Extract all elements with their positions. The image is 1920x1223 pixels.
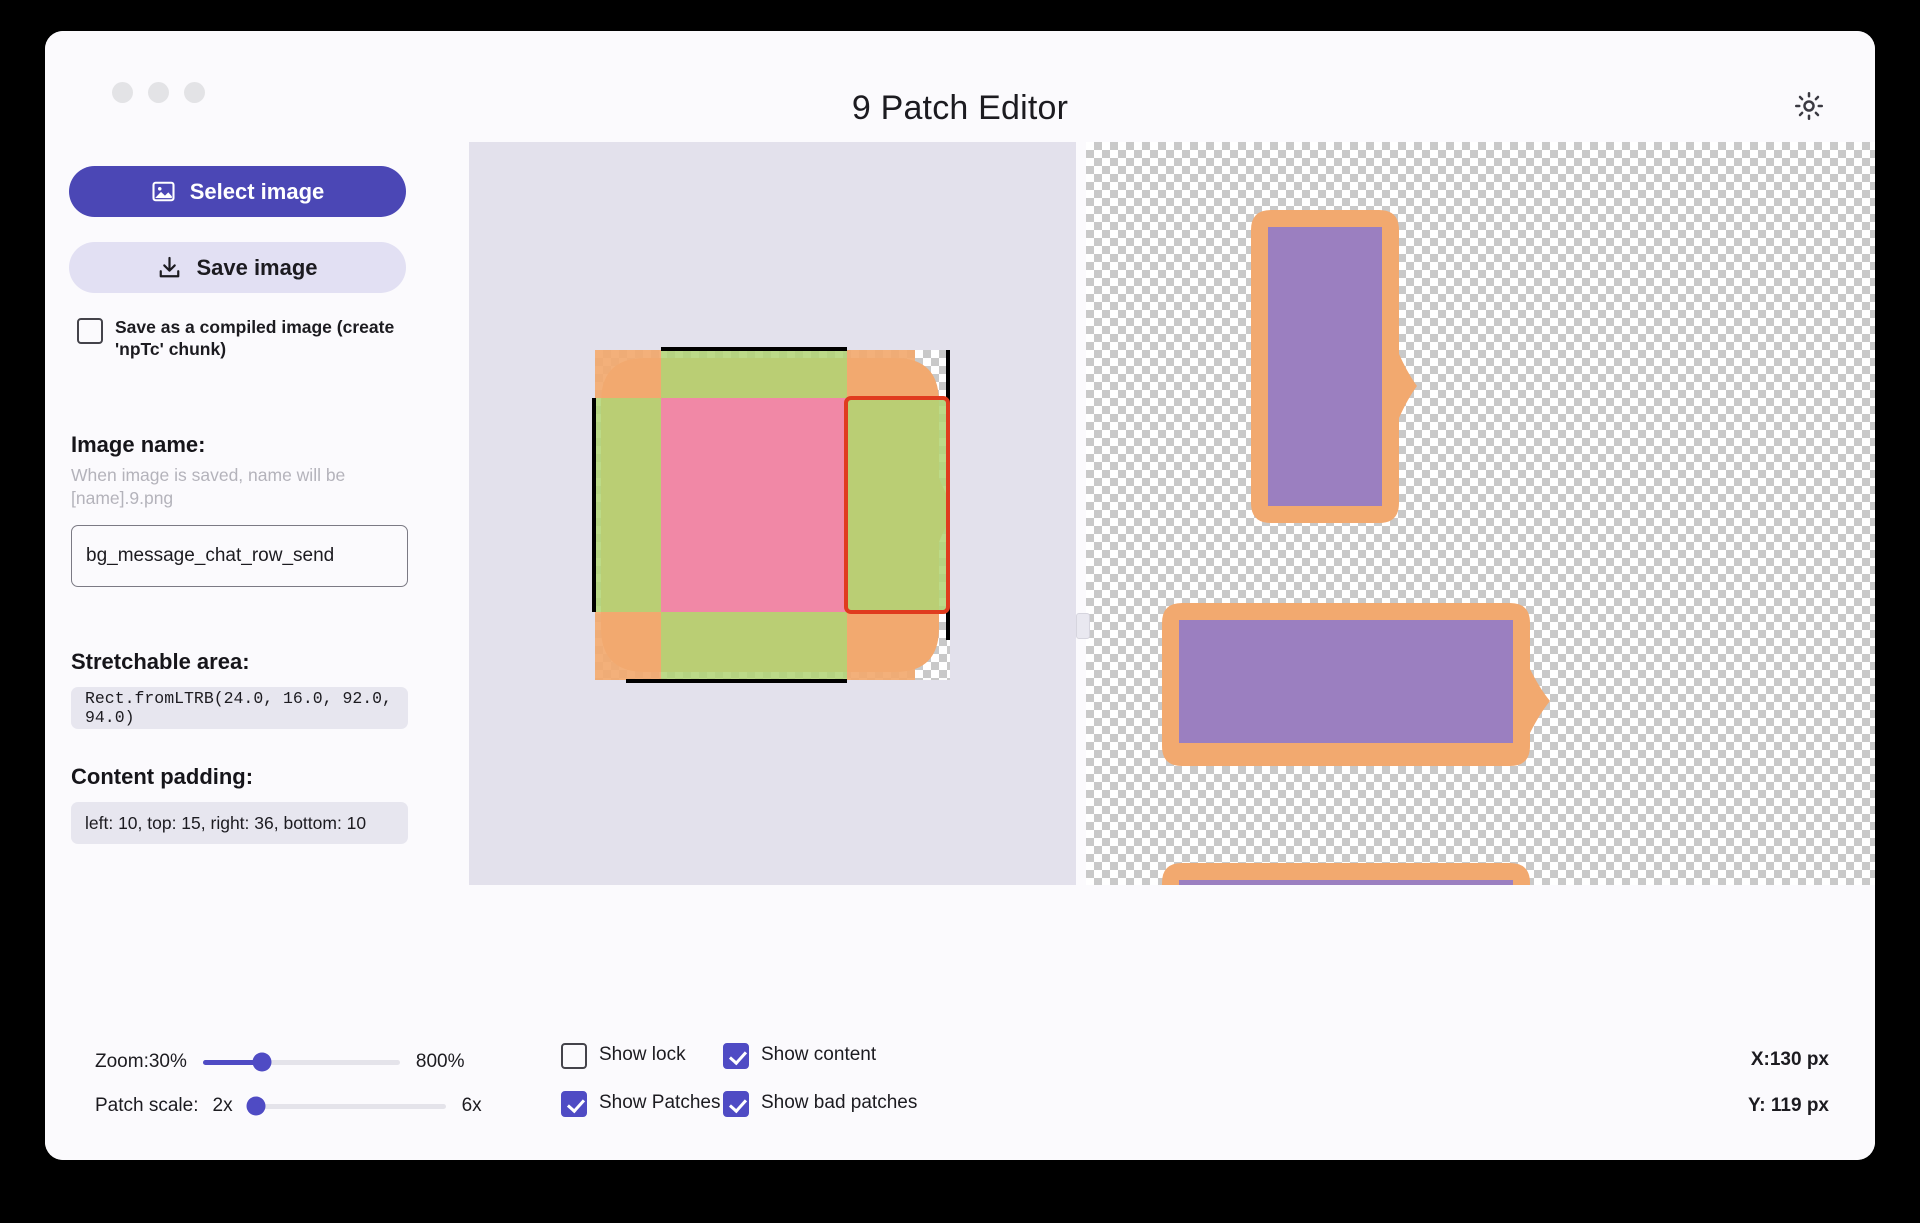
preview-panel[interactable] bbox=[1086, 142, 1875, 885]
title-bar: 9 Patch Editor bbox=[45, 31, 1875, 139]
image-name-section: Image name: When image is saved, name wi… bbox=[69, 432, 401, 587]
patch-scale-max-label: 6x bbox=[462, 1095, 482, 1117]
guide-line-right[interactable] bbox=[946, 350, 950, 640]
show-lock-checkbox[interactable] bbox=[561, 1043, 587, 1069]
image-name-input[interactable] bbox=[71, 525, 408, 587]
patch-left bbox=[595, 398, 661, 612]
patch-scale-min-label: 2x bbox=[213, 1095, 233, 1117]
content-padding-heading: Content padding: bbox=[71, 764, 401, 790]
sidebar: Select image Save image Save as a compil… bbox=[45, 139, 425, 1029]
panel-divider-handle[interactable] bbox=[1076, 613, 1090, 639]
select-image-label: Select image bbox=[190, 179, 325, 205]
page-title: 9 Patch Editor bbox=[45, 89, 1875, 128]
image-icon bbox=[151, 179, 176, 204]
content-padding-value-pill: left: 10, top: 15, right: 36, bottom: 10 bbox=[71, 802, 408, 844]
show-bad-patches-checkbox-row[interactable]: Show bad patches bbox=[723, 1089, 917, 1117]
guide-line-bottom[interactable] bbox=[626, 679, 847, 683]
patch-bottom bbox=[661, 612, 847, 680]
compiled-image-checkbox[interactable] bbox=[77, 318, 103, 344]
patch-scale-slider-row: Patch scale: 2x 6x bbox=[95, 1095, 482, 1117]
zoom-slider-row: Zoom:30% 800% bbox=[95, 1051, 464, 1073]
preview-bubble-wide bbox=[1152, 597, 1552, 772]
show-lock-label: Show lock bbox=[599, 1044, 686, 1066]
show-bad-patches-checkbox[interactable] bbox=[723, 1091, 749, 1117]
download-icon bbox=[157, 255, 182, 280]
coordinate-x: X:130 px bbox=[1748, 1049, 1829, 1071]
show-bad-patches-label: Show bad patches bbox=[761, 1092, 917, 1114]
patch-scale-label: Patch scale: bbox=[95, 1095, 199, 1117]
patch-scale-slider-knob[interactable] bbox=[247, 1097, 266, 1116]
compiled-image-label: Save as a compiled image (create 'npTc' … bbox=[115, 316, 395, 360]
compiled-image-checkbox-row[interactable]: Save as a compiled image (create 'npTc' … bbox=[69, 316, 401, 360]
zoom-slider-knob[interactable] bbox=[252, 1053, 271, 1072]
display-options: Show lock Show content Show Patches Show… bbox=[561, 1041, 917, 1117]
zoom-slider[interactable] bbox=[203, 1060, 400, 1065]
content-padding-section: Content padding: left: 10, top: 15, righ… bbox=[69, 764, 401, 844]
nine-patch-image[interactable] bbox=[595, 350, 950, 680]
zoom-label: Zoom:30% bbox=[95, 1051, 187, 1073]
bad-patch-bottom-right bbox=[847, 612, 915, 680]
image-name-heading: Image name: bbox=[71, 432, 401, 458]
guide-line-left[interactable] bbox=[592, 398, 596, 612]
bad-patch-top-right bbox=[847, 350, 915, 398]
patch-overlay bbox=[595, 350, 950, 680]
editor-canvas[interactable] bbox=[469, 142, 1076, 885]
preview-bubble-clipped bbox=[1152, 857, 1552, 885]
stretchable-area-value: Rect.fromLTRB(24.0, 16.0, 92.0, 94.0) bbox=[85, 689, 394, 727]
content-padding-value: left: 10, top: 15, right: 36, bottom: 10 bbox=[85, 813, 366, 834]
show-patches-checkbox[interactable] bbox=[561, 1091, 587, 1117]
bad-patch-top-left bbox=[595, 350, 661, 398]
show-patches-checkbox-row[interactable]: Show Patches bbox=[561, 1089, 723, 1117]
app-window: 9 Patch Editor bbox=[45, 31, 1875, 1160]
bad-patch-bottom-left bbox=[595, 612, 661, 680]
patch-scale-slider[interactable] bbox=[249, 1104, 446, 1109]
image-name-hint: When image is saved, name will be [name]… bbox=[71, 464, 361, 509]
preview-bubble-tall bbox=[1241, 204, 1421, 529]
save-image-label: Save image bbox=[196, 255, 317, 281]
theme-toggle-button[interactable] bbox=[1787, 84, 1831, 128]
cursor-coordinates: X:130 px Y: 119 px bbox=[1748, 1049, 1829, 1117]
sun-icon bbox=[1794, 91, 1824, 121]
guide-line-top[interactable] bbox=[661, 347, 847, 351]
show-content-label: Show content bbox=[761, 1044, 876, 1066]
show-content-checkbox[interactable] bbox=[723, 1043, 749, 1069]
preview-checkerboard bbox=[1086, 142, 1875, 885]
stretchable-area-heading: Stretchable area: bbox=[71, 649, 401, 675]
content-area bbox=[661, 398, 847, 612]
patch-right bbox=[847, 398, 950, 612]
stretchable-area-section: Stretchable area: Rect.fromLTRB(24.0, 16… bbox=[69, 649, 401, 729]
show-lock-checkbox-row[interactable]: Show lock bbox=[561, 1041, 723, 1069]
bottom-toolbar: Zoom:30% 800% Patch scale: 2x 6x Show lo… bbox=[45, 1029, 1875, 1160]
patch-top bbox=[661, 350, 847, 398]
zoom-max-label: 800% bbox=[416, 1051, 465, 1073]
select-image-button[interactable]: Select image bbox=[69, 166, 406, 217]
stretchable-area-value-pill: Rect.fromLTRB(24.0, 16.0, 92.0, 94.0) bbox=[71, 687, 408, 729]
show-content-checkbox-row[interactable]: Show content bbox=[723, 1041, 917, 1069]
coordinate-y: Y: 119 px bbox=[1748, 1095, 1829, 1117]
save-image-button[interactable]: Save image bbox=[69, 242, 406, 293]
show-patches-label: Show Patches bbox=[599, 1092, 720, 1114]
